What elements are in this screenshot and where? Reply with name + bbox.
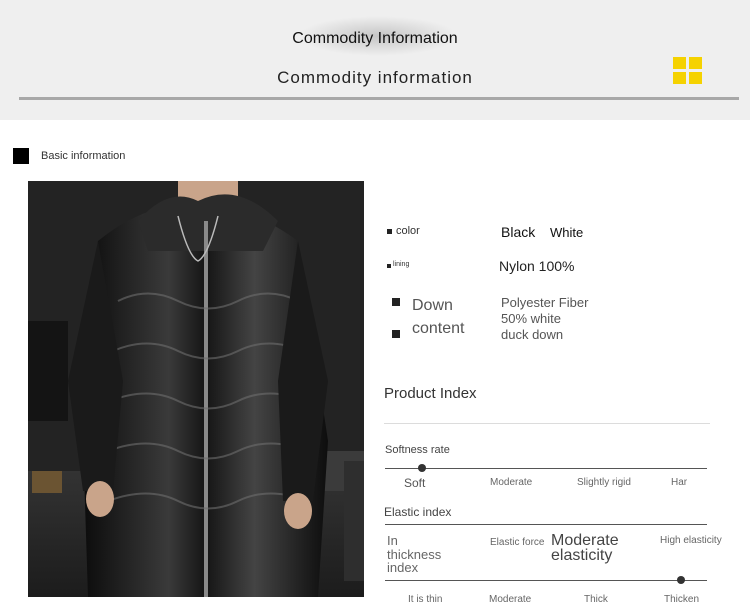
elastic-track [385, 524, 707, 525]
thickness-option-thick: Thick [584, 594, 608, 605]
down-bullet-icon-1 [392, 298, 400, 306]
down-bullet-icon-2 [392, 330, 400, 338]
header-title: Commodity Information [292, 30, 458, 47]
down-value-line2: 50% white [501, 311, 561, 326]
thickness-label-line3: index [387, 560, 419, 575]
color-value-black: Black [501, 224, 536, 240]
softness-option-soft: Soft [404, 476, 426, 490]
header-divider [19, 97, 739, 100]
softness-marker-icon [418, 464, 426, 472]
down-label-line1: Down [412, 297, 453, 314]
section-square-icon [13, 148, 29, 164]
softness-option-moderate: Moderate [490, 477, 533, 488]
product-index-divider [384, 423, 710, 424]
down-value-line1: Polyester Fiber [501, 295, 589, 310]
yellow-grid-icon [673, 57, 702, 85]
elastic-option-force: Elastic force [490, 537, 545, 548]
down-value-line3: duck down [501, 327, 564, 342]
softness-label: Softness rate [385, 444, 450, 456]
elastic-label: Elastic index [384, 505, 452, 519]
softness-track [385, 468, 707, 469]
product-index-title: Product Index [384, 385, 477, 402]
lining-label: lining [393, 261, 410, 268]
color-label: color [396, 225, 420, 237]
lining-bullet-icon [387, 264, 391, 268]
thickness-track [385, 580, 707, 581]
lining-value: Nylon 100% [499, 258, 575, 274]
thickness-marker-icon [677, 576, 685, 584]
down-label-line2: content [412, 320, 465, 337]
softness-option-slightly-rigid: Slightly rigid [577, 477, 631, 488]
elastic-option-moderate: Moderate elasticity [551, 532, 619, 564]
thickness-label-line1: In [387, 533, 398, 548]
softness-option-hard: Har [671, 477, 688, 488]
color-bullet-icon [387, 229, 392, 234]
page-header: Commodity Information Commodity informat… [0, 0, 750, 120]
thickness-option-moderate: Moderate [489, 594, 532, 605]
section-label: Basic information [41, 150, 126, 162]
thickness-option-thin: It is thin [408, 594, 443, 605]
thickness-option-thicken: Thicken [664, 594, 700, 605]
header-subtitle: Commodity information [277, 68, 473, 87]
color-value-white: White [550, 225, 584, 240]
elastic-option-high: High elasticity [660, 535, 722, 546]
product-photo [28, 181, 364, 597]
